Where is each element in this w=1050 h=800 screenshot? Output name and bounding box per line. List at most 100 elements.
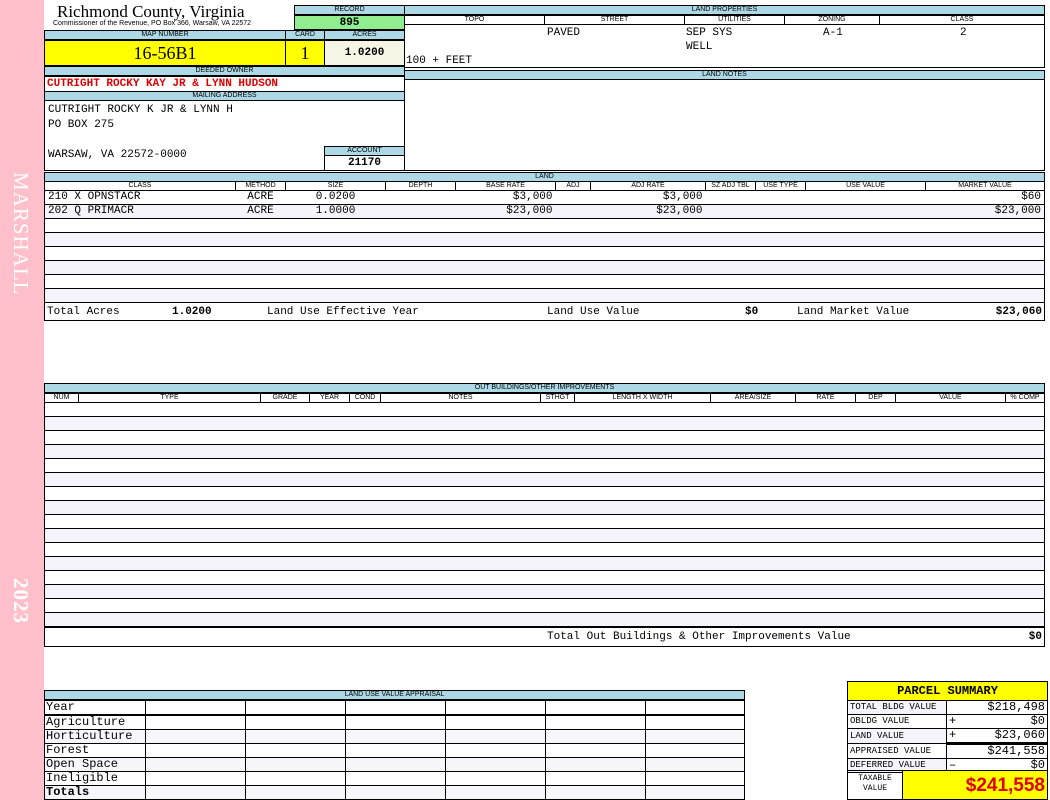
outbuilding-cell xyxy=(855,458,896,473)
outbuilding-cell xyxy=(349,472,381,487)
outbuilding-cell xyxy=(309,416,350,431)
outbuilding-cell xyxy=(795,402,856,417)
land-cell xyxy=(755,260,806,275)
land-cell xyxy=(44,274,236,289)
record-value: 895 xyxy=(294,15,405,30)
land-cell: ACRE xyxy=(235,204,286,219)
land-use-label: Horticulture xyxy=(44,729,146,744)
outbuilding-cell xyxy=(1005,612,1045,627)
outbuilding-row xyxy=(44,570,1045,585)
outbuilding-cell xyxy=(260,444,310,459)
land-cell xyxy=(385,204,456,219)
district-label: MARSHALL xyxy=(9,172,33,296)
outbuilding-cell xyxy=(855,416,896,431)
county-title: Richmond County, Virginia xyxy=(57,2,245,21)
outbuilding-cell xyxy=(78,458,261,473)
land-column-header: MARKET VALUE xyxy=(925,181,1045,191)
outbuilding-row xyxy=(44,542,1045,557)
land-cell xyxy=(705,204,756,219)
outbuilding-cell xyxy=(260,472,310,487)
parcel-summary-table: TOTAL BLDG VALUE $218,498 OBLDG VALUE + $0 … xyxy=(847,700,1048,773)
outbuilding-cell xyxy=(574,430,711,445)
land-row: 202 Q PRIMACR ACRE 1.0000 $23,000 $23,000 $23… xyxy=(44,204,1045,219)
outbuilding-cell xyxy=(1005,556,1045,571)
outbuilding-cell xyxy=(895,444,1006,459)
outbuilding-cell xyxy=(380,570,541,585)
outbuilding-cell xyxy=(574,472,711,487)
outbuilding-cell xyxy=(309,472,350,487)
land-cell xyxy=(555,288,591,303)
outbuilding-cell xyxy=(78,416,261,431)
office-subtitle: Commissioner of the Revenue, PO Box 366,… xyxy=(53,20,252,27)
outbuilding-cell xyxy=(1005,430,1045,445)
land-cell: 202 Q PRIMACR xyxy=(44,204,236,219)
land-use-cell xyxy=(245,715,346,730)
street-value: PAVED xyxy=(547,27,581,39)
outbuilding-cell xyxy=(349,542,381,557)
appraised-value: $241,558 xyxy=(960,742,1048,759)
outbuilding-cell xyxy=(574,458,711,473)
land-cell: $60 xyxy=(925,190,1045,205)
land-cell xyxy=(805,288,926,303)
outbuilding-cell xyxy=(349,528,381,543)
land-use-row: Agriculture xyxy=(44,715,745,730)
land-use-label: Agriculture xyxy=(44,715,146,730)
outbuilding-cell xyxy=(44,528,79,543)
parcel-summary-title: PARCEL SUMMARY xyxy=(847,681,1048,701)
outbuilding-cell xyxy=(309,528,350,543)
outbuilding-cell xyxy=(349,598,381,613)
outbuilding-cell xyxy=(78,612,261,627)
land-use-cell xyxy=(645,785,745,800)
land-use-label: Open Space xyxy=(44,757,146,772)
appraised-label: APPRAISED VALUE xyxy=(847,743,947,759)
outbuilding-cell xyxy=(895,486,1006,501)
outbuilding-cell xyxy=(795,598,856,613)
outbuilding-cell xyxy=(44,458,79,473)
land-use-cell xyxy=(345,771,446,786)
outbuilding-cell xyxy=(44,486,79,501)
land-cell xyxy=(385,274,456,289)
outbuilding-cell xyxy=(309,458,350,473)
land-cell xyxy=(455,218,556,233)
land-table: CLASS METHOD SIZE DEPTH BASE RATE ADJ ADJ RATE… xyxy=(44,181,1045,303)
land-cell xyxy=(385,218,456,233)
outbuilding-row xyxy=(44,584,1045,599)
outbuilding-row xyxy=(44,458,1045,473)
land-cell xyxy=(805,204,926,219)
outbuilding-cell xyxy=(309,486,350,501)
outbuilding-cell xyxy=(895,416,1006,431)
outbuilding-column-header: NOTES xyxy=(380,393,541,403)
outbuilding-cell xyxy=(1005,472,1045,487)
outbuilding-cell xyxy=(710,472,796,487)
year-label: 2023 xyxy=(9,578,33,624)
deeded-owner-value: CUTRIGHT ROCKY KAY JR & LYNN HUDSON xyxy=(44,76,405,92)
outbuilding-cell xyxy=(78,402,261,417)
land-row: 210 X OPNSTACR ACRE 0.0200 $3,000 $3,000 $60 xyxy=(44,190,1045,205)
obldg-label: OBLDG VALUE xyxy=(847,714,947,729)
outbuilding-column-header: AREA/SIZE xyxy=(710,393,796,403)
land-use-cell xyxy=(145,757,246,772)
land-use-cell xyxy=(145,743,246,758)
outbuilding-cell xyxy=(855,598,896,613)
land-use-row: Open Space xyxy=(44,757,745,772)
land-use-year-row: Year xyxy=(44,700,745,715)
outbuilding-column-header: % COMP xyxy=(1005,393,1045,403)
outbuilding-cell xyxy=(349,556,381,571)
land-column-header: CLASS xyxy=(44,181,236,191)
outbuilding-cell xyxy=(309,570,350,585)
outbuilding-cell xyxy=(380,598,541,613)
outbuilding-cell xyxy=(44,542,79,557)
outbuilding-cell xyxy=(795,416,856,431)
land-use-cell xyxy=(645,743,745,758)
land-use-cell xyxy=(445,715,546,730)
outbuilding-column-header: LENGTH X WIDTH xyxy=(574,393,711,403)
outbuilding-cell xyxy=(309,430,350,445)
land-use-cell xyxy=(345,757,446,772)
outbuilding-column-header: YEAR xyxy=(309,393,350,403)
outbuilding-cell xyxy=(795,542,856,557)
land-use-cell xyxy=(345,743,446,758)
land-cell: $23,000 xyxy=(455,204,556,219)
outbuilding-cell xyxy=(78,486,261,501)
outbuilding-cell xyxy=(795,500,856,515)
outbuilding-cell xyxy=(540,542,575,557)
